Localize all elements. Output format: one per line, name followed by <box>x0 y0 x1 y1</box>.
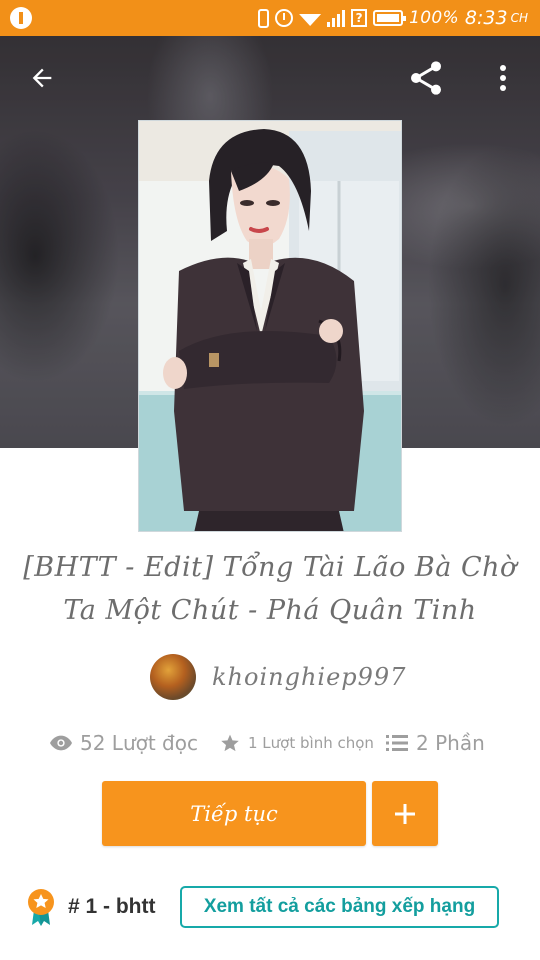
author-row[interactable]: khoinghiep997 <box>150 654 406 700</box>
ranking-row: # 1 - bhtt <box>26 886 156 928</box>
wifi-icon <box>299 14 322 26</box>
clock-time: 8:33 <box>464 7 508 29</box>
sim-icon: ? <box>351 9 368 27</box>
star-icon <box>220 733 240 753</box>
more-vertical-icon <box>500 65 506 91</box>
signal-icon <box>327 9 346 27</box>
award-ribbon-icon <box>28 889 54 926</box>
continue-label: Tiếp tục <box>190 801 278 826</box>
story-cover-image[interactable] <box>138 120 402 532</box>
rank-text: # 1 - bhtt <box>68 895 156 918</box>
view-all-rankings-label: Xem tất cả các bảng xếp hạng <box>203 896 476 917</box>
plus-icon <box>395 803 415 824</box>
reads-count: 52 Lượt đọc <box>80 731 198 755</box>
votes-stat: 1 Lượt bình chọn <box>220 726 374 760</box>
clock-period: CH <box>510 11 528 25</box>
votes-count: 1 Lượt bình chọn <box>248 734 374 752</box>
status-icons: ? 100% 8:33 CH <box>258 0 528 36</box>
reads-stat: 52 Lượt đọc <box>50 726 198 760</box>
story-stats: 52 Lượt đọc 1 Lượt bình chọn 2 Phần <box>0 726 540 760</box>
share-icon <box>411 61 441 95</box>
more-options-button[interactable] <box>488 58 518 98</box>
continue-reading-button[interactable]: Tiếp tục <box>102 781 366 846</box>
status-bar: ? 100% 8:33 CH <box>0 0 540 36</box>
add-to-library-button[interactable] <box>372 781 438 846</box>
app-notification-icon <box>10 7 32 29</box>
battery-icon <box>373 10 407 26</box>
view-all-rankings-button[interactable]: Xem tất cả các bảng xếp hạng <box>180 886 499 928</box>
back-button[interactable] <box>18 58 66 98</box>
eye-icon <box>50 735 72 751</box>
story-title: [BHTT - Edit] Tổng Tài Lão Bà Chờ Ta Một… <box>23 552 517 626</box>
vibrate-icon <box>258 8 270 28</box>
parts-stat: 2 Phần <box>386 726 485 760</box>
parts-count: 2 Phần <box>416 731 485 755</box>
share-button[interactable] <box>402 55 450 101</box>
alarm-icon <box>275 9 294 27</box>
avatar[interactable] <box>150 654 196 700</box>
list-icon <box>386 734 408 752</box>
cover-illustration <box>139 121 401 531</box>
author-name[interactable]: khoinghiep997 <box>212 663 406 691</box>
arrow-left-icon <box>32 68 52 88</box>
battery-percent: 100% <box>409 8 459 28</box>
